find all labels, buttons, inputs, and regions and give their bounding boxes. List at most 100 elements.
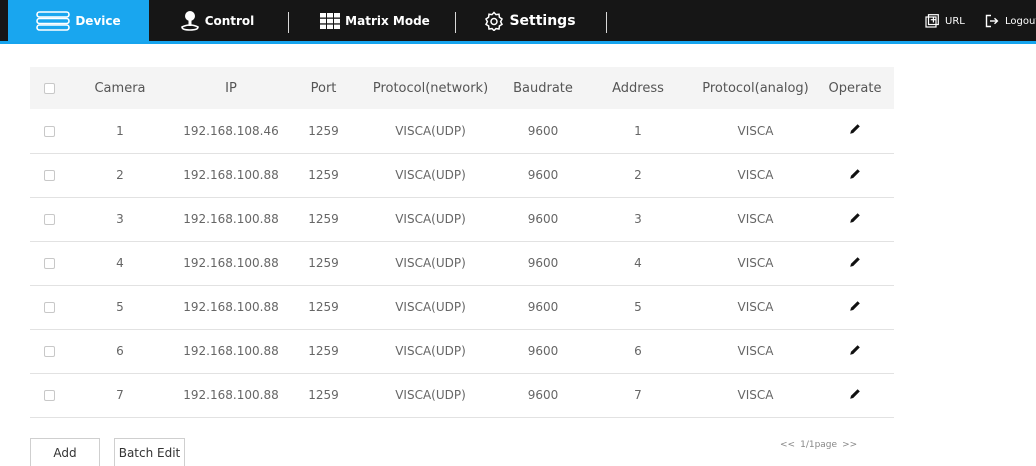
address-cell: 5 <box>581 285 695 330</box>
camera-cell: 4 <box>69 241 171 286</box>
row-select-cell <box>30 109 69 154</box>
port-cell: 1259 <box>291 285 356 330</box>
protocol-analog-cell: VISCA <box>695 153 816 198</box>
protocol-network-cell: VISCA(UDP) <box>356 285 505 330</box>
port-cell: 1259 <box>291 373 356 418</box>
row-select-cell <box>30 329 69 374</box>
table-header: Camera IP Port Protocol(network) Baudrat… <box>30 67 894 109</box>
ip-cell: 192.168.100.88 <box>171 241 291 286</box>
tab-device[interactable]: Device <box>8 0 149 42</box>
column-header-camera: Camera <box>69 67 171 109</box>
row-checkbox[interactable] <box>44 346 55 357</box>
tab-settings-label: Settings <box>509 13 576 29</box>
address-cell: 7 <box>581 373 695 418</box>
tab-settings[interactable]: Settings <box>470 0 590 42</box>
protocol-network-cell: VISCA(UDP) <box>356 373 505 418</box>
logout-link[interactable]: Logout <box>985 0 1036 42</box>
table-row: 5 192.168.100.88 1259 VISCA(UDP) 9600 5 … <box>30 285 894 330</box>
address-cell: 2 <box>581 153 695 198</box>
camera-cell: 1 <box>69 109 171 154</box>
row-select-cell <box>30 373 69 418</box>
select-all-checkbox[interactable] <box>44 82 55 94</box>
row-select-cell <box>30 197 69 242</box>
ip-cell: 192.168.100.88 <box>171 285 291 330</box>
baudrate-cell: 9600 <box>505 329 581 374</box>
joystick-icon <box>180 10 200 32</box>
pencil-icon[interactable] <box>849 168 861 180</box>
tab-matrix-mode-label: Matrix Mode <box>345 14 430 28</box>
url-icon <box>925 14 939 28</box>
address-cell: 6 <box>581 329 695 374</box>
table-row: 6 192.168.100.88 1259 VISCA(UDP) 9600 6 … <box>30 329 894 374</box>
operate-cell <box>816 153 894 198</box>
address-cell: 1 <box>581 109 695 154</box>
pencil-icon[interactable] <box>849 123 861 135</box>
table-row: 4 192.168.100.88 1259 VISCA(UDP) 9600 4 … <box>30 241 894 286</box>
tab-matrix-mode[interactable]: Matrix Mode <box>305 0 445 42</box>
camera-cell: 6 <box>69 329 171 374</box>
baudrate-cell: 9600 <box>505 373 581 418</box>
protocol-analog-cell: VISCA <box>695 197 816 242</box>
port-cell: 1259 <box>291 329 356 374</box>
ip-cell: 192.168.100.88 <box>171 197 291 242</box>
camera-cell: 7 <box>69 373 171 418</box>
column-header-protocol-analog: Protocol(analog) <box>695 67 816 109</box>
batch-edit-button[interactable]: Batch Edit <box>114 438 185 466</box>
column-header-port: Port <box>291 67 356 109</box>
row-checkbox[interactable] <box>44 302 55 313</box>
row-checkbox[interactable] <box>44 390 55 401</box>
camera-cell: 5 <box>69 285 171 330</box>
pencil-icon[interactable] <box>849 388 861 400</box>
operate-cell <box>816 197 894 242</box>
nav-divider <box>455 12 456 33</box>
table-header-row: Camera IP Port Protocol(network) Baudrat… <box>30 67 894 109</box>
protocol-network-cell: VISCA(UDP) <box>356 197 505 242</box>
column-header-baudrate: Baudrate <box>505 67 581 109</box>
top-nav-bar: Device Control Matrix Mode Settings URL … <box>0 0 1036 44</box>
column-header-protocol-network: Protocol(network) <box>356 67 505 109</box>
pencil-icon[interactable] <box>849 344 861 356</box>
url-label: URL <box>945 15 965 27</box>
prev-page-button[interactable]: << <box>780 440 795 450</box>
pencil-icon[interactable] <box>849 300 861 312</box>
gear-icon <box>484 11 504 31</box>
add-button[interactable]: Add <box>30 438 100 466</box>
baudrate-cell: 9600 <box>505 285 581 330</box>
baudrate-cell: 9600 <box>505 197 581 242</box>
column-header-address: Address <box>581 67 695 109</box>
ip-cell: 192.168.100.88 <box>171 153 291 198</box>
tab-control-label: Control <box>204 14 255 28</box>
protocol-analog-cell: VISCA <box>695 241 816 286</box>
url-link[interactable]: URL <box>925 0 965 42</box>
nav-divider <box>288 12 289 33</box>
nav-divider <box>606 12 607 33</box>
protocol-analog-cell: VISCA <box>695 329 816 374</box>
operate-cell <box>816 241 894 286</box>
pencil-icon[interactable] <box>849 212 861 224</box>
operate-cell <box>816 373 894 418</box>
operate-cell <box>816 285 894 330</box>
baudrate-cell: 9600 <box>505 109 581 154</box>
row-checkbox[interactable] <box>44 125 55 137</box>
row-checkbox[interactable] <box>44 258 55 269</box>
protocol-network-cell: VISCA(UDP) <box>356 329 505 374</box>
row-checkbox[interactable] <box>44 170 55 181</box>
row-checkbox[interactable] <box>44 214 55 225</box>
pagination: << 1/1page >> <box>780 437 862 453</box>
baudrate-cell: 9600 <box>505 153 581 198</box>
column-header-ip: IP <box>171 67 291 109</box>
port-cell: 1259 <box>291 197 356 242</box>
pencil-icon[interactable] <box>849 256 861 268</box>
grid-icon <box>320 13 341 29</box>
ip-cell: 192.168.100.88 <box>171 329 291 374</box>
next-page-button[interactable]: >> <box>842 440 857 450</box>
table-row: 1 192.168.108.46 1259 VISCA(UDP) 9600 1 … <box>30 109 894 154</box>
tab-control[interactable]: Control <box>162 0 272 42</box>
port-cell: 1259 <box>291 109 356 154</box>
device-table: Camera IP Port Protocol(network) Baudrat… <box>30 67 894 418</box>
table-row: 2 192.168.100.88 1259 VISCA(UDP) 9600 2 … <box>30 153 894 198</box>
page-indicator: 1/1page <box>800 440 838 450</box>
protocol-analog-cell: VISCA <box>695 373 816 418</box>
protocol-network-cell: VISCA(UDP) <box>356 153 505 198</box>
logout-icon <box>985 14 999 28</box>
